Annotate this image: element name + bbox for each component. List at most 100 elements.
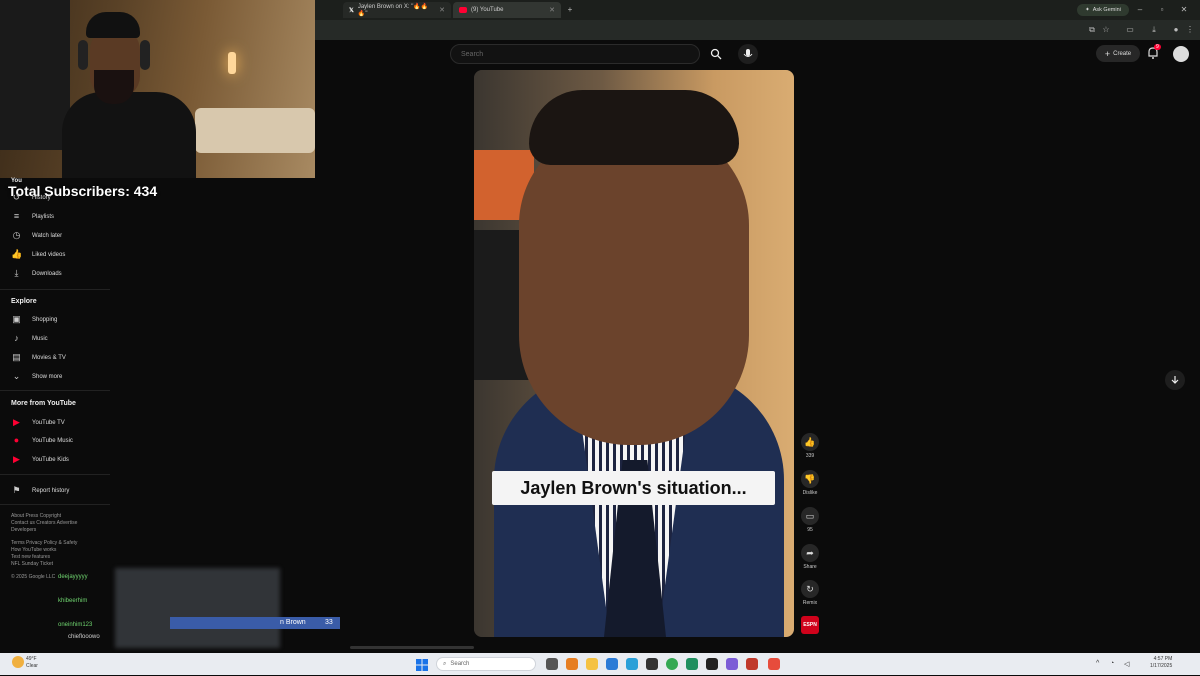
browser-address-bar[interactable]: ⧉ ☆ ▭ ⤓ ● ⋮: [315, 20, 1200, 40]
share-icon: ➦: [801, 544, 819, 562]
widgets-icon[interactable]: [566, 658, 578, 670]
create-button[interactable]: + Create: [1096, 45, 1140, 62]
taskbar-search-placeholder: Search: [450, 661, 470, 667]
task-view-icon[interactable]: [546, 658, 558, 670]
sidebar-item-label: Playlists: [32, 213, 55, 220]
close-window-icon[interactable]: ✕: [1179, 5, 1189, 15]
sidebar-item-youtube-tv[interactable]: ▶ YouTube TV: [11, 417, 65, 428]
browser-tab-youtube[interactable]: (9) YouTube ✕: [453, 2, 561, 18]
microphone-icon[interactable]: [738, 44, 758, 64]
chat-highlight-text: n Brown: [280, 619, 306, 626]
extensions-icon[interactable]: ⧉: [1087, 25, 1097, 35]
remix-button[interactable]: ↻ Remix: [800, 580, 820, 606]
sidebar-item-history[interactable]: ↺ History: [11, 192, 51, 203]
footer-line[interactable]: How YouTube works: [11, 547, 77, 554]
chrome-icon[interactable]: [666, 658, 678, 670]
browser-tab-x[interactable]: 𝕏 Jaylen Brown on X: "🔥🔥🔥" ✕: [343, 2, 451, 18]
sidebar-item-watch-later[interactable]: ◷ Watch later: [11, 230, 63, 241]
volume-icon[interactable]: ◁: [1124, 660, 1129, 668]
remix-icon: ↻: [801, 580, 819, 598]
dislike-icon: 👎: [801, 470, 819, 488]
webcam-overlay: [0, 0, 315, 178]
sidebar-explore-heading: Explore: [11, 298, 37, 305]
youtube-kids-icon: ▶: [13, 454, 20, 464]
sidebar-item-liked-videos[interactable]: 👍 Liked videos: [11, 249, 65, 260]
ask-gemini-button[interactable]: ✦ Ask Gemini: [1077, 4, 1129, 16]
sidebar-you-heading[interactable]: You: [11, 178, 22, 184]
footer-line[interactable]: Developers: [11, 527, 77, 534]
share-button[interactable]: ➦ Share: [800, 544, 820, 570]
windows-start-icon[interactable]: [416, 658, 428, 671]
notification-badge: 9: [1154, 44, 1161, 50]
maximize-icon[interactable]: ▫: [1157, 5, 1167, 15]
clock-time: 4:57 PM: [1153, 656, 1173, 662]
sidebar-toggle-icon[interactable]: ▭: [1125, 25, 1135, 35]
sidebar-item-playlists[interactable]: ≡ Playlists: [11, 211, 54, 222]
wifi-icon[interactable]: ◔: [1110, 660, 1114, 667]
terminal-icon[interactable]: [706, 658, 718, 670]
channel-avatar-button[interactable]: ESPN: [800, 616, 820, 634]
menu-icon[interactable]: ⋮: [1185, 25, 1195, 35]
sidebar-item-label: Downloads: [32, 270, 62, 277]
next-video-button[interactable]: [1165, 370, 1185, 390]
youtube-app-icon[interactable]: [768, 658, 780, 670]
edge-icon[interactable]: [606, 658, 618, 670]
new-tab-button[interactable]: +: [565, 5, 575, 15]
footer-line[interactable]: Terms Privacy Policy & Safety: [11, 540, 77, 547]
profile-icon[interactable]: ●: [1171, 25, 1181, 35]
obs-icon[interactable]: [646, 658, 658, 670]
sidebar-item-label: Show more: [32, 373, 63, 380]
sidebar-item-label: Movies & TV: [32, 354, 66, 361]
store-icon[interactable]: [626, 658, 638, 670]
sidebar-item-shopping[interactable]: ▣ Shopping: [11, 314, 57, 325]
file-explorer-icon[interactable]: [586, 658, 598, 670]
chat-highlight-count: 33: [325, 619, 333, 626]
taskbar-clock[interactable]: 4:57 PM 1/17/2025: [1150, 656, 1172, 670]
avatar[interactable]: [1173, 46, 1189, 62]
create-label: Create: [1113, 50, 1132, 57]
sidebar-item-music[interactable]: ♪ Music: [11, 333, 47, 344]
bookmark-star-icon[interactable]: ☆: [1101, 25, 1111, 35]
spotify-icon[interactable]: [686, 658, 698, 670]
minimize-icon[interactable]: –: [1135, 5, 1145, 15]
comment-button[interactable]: ▭ 95: [800, 507, 820, 533]
tab-label: (9) YouTube: [471, 7, 504, 13]
webcam-lamp: [228, 52, 236, 74]
sidebar-item-movies-tv[interactable]: ▤ Movies & TV: [11, 352, 66, 363]
close-tab-icon[interactable]: ✕: [439, 6, 445, 14]
x-logo-icon: 𝕏: [349, 7, 354, 14]
sidebar-item-report-history[interactable]: ⚑ Report history: [11, 485, 69, 496]
horizontal-scrollbar[interactable]: [350, 646, 474, 649]
windows-taskbar: 49°F Clear ⌕ Search ^ ◔ ◁ 4:57 PM 1/17/20…: [0, 653, 1200, 675]
notifications-bell-icon[interactable]: 9: [1146, 44, 1162, 62]
sidebar-item-youtube-music[interactable]: ● YouTube Music: [11, 435, 73, 446]
webcam-tv-screen: [0, 0, 70, 150]
sidebar-item-label: History: [32, 194, 51, 201]
footer-line[interactable]: Contact us Creators Advertise: [11, 520, 77, 527]
short-video-player[interactable]: [474, 70, 794, 637]
streamer-body: [62, 92, 196, 178]
weather-widget[interactable]: 49°F Clear: [26, 656, 38, 670]
taskbar-search-input[interactable]: ⌕ Search: [436, 657, 536, 671]
chat-username: deejayyyyy: [58, 574, 88, 580]
app-icon[interactable]: [746, 658, 758, 670]
downloads-icon[interactable]: ⤓: [1149, 25, 1159, 35]
sidebar-item-youtube-kids[interactable]: ▶ YouTube Kids: [11, 454, 69, 465]
close-tab-icon[interactable]: ✕: [549, 6, 555, 14]
like-button[interactable]: 👍 339: [800, 433, 820, 459]
tray-chevron-icon[interactable]: ^: [1096, 660, 1099, 667]
search-icon[interactable]: [706, 44, 726, 64]
search-input[interactable]: Search: [450, 44, 700, 64]
discord-icon[interactable]: [726, 658, 738, 670]
sidebar-item-downloads[interactable]: ⤓ Downloads: [11, 268, 62, 279]
dislike-button[interactable]: 👎 Dislike: [800, 470, 820, 496]
browser-tab-bar: 𝕏 Jaylen Brown on X: "🔥🔥🔥" ✕ (9) YouTube…: [315, 0, 1200, 20]
footer-line[interactable]: About Press Copyright: [11, 513, 77, 520]
weather-icon[interactable]: [12, 656, 24, 668]
comment-count: 95: [807, 527, 813, 533]
sidebar-item-label: Liked videos: [32, 251, 66, 258]
share-label: Share: [803, 564, 817, 570]
sidebar-item-show-more[interactable]: ⌄ Show more: [11, 371, 63, 382]
sidebar-divider: [0, 504, 110, 505]
weather-temp: 49°F: [26, 656, 37, 662]
